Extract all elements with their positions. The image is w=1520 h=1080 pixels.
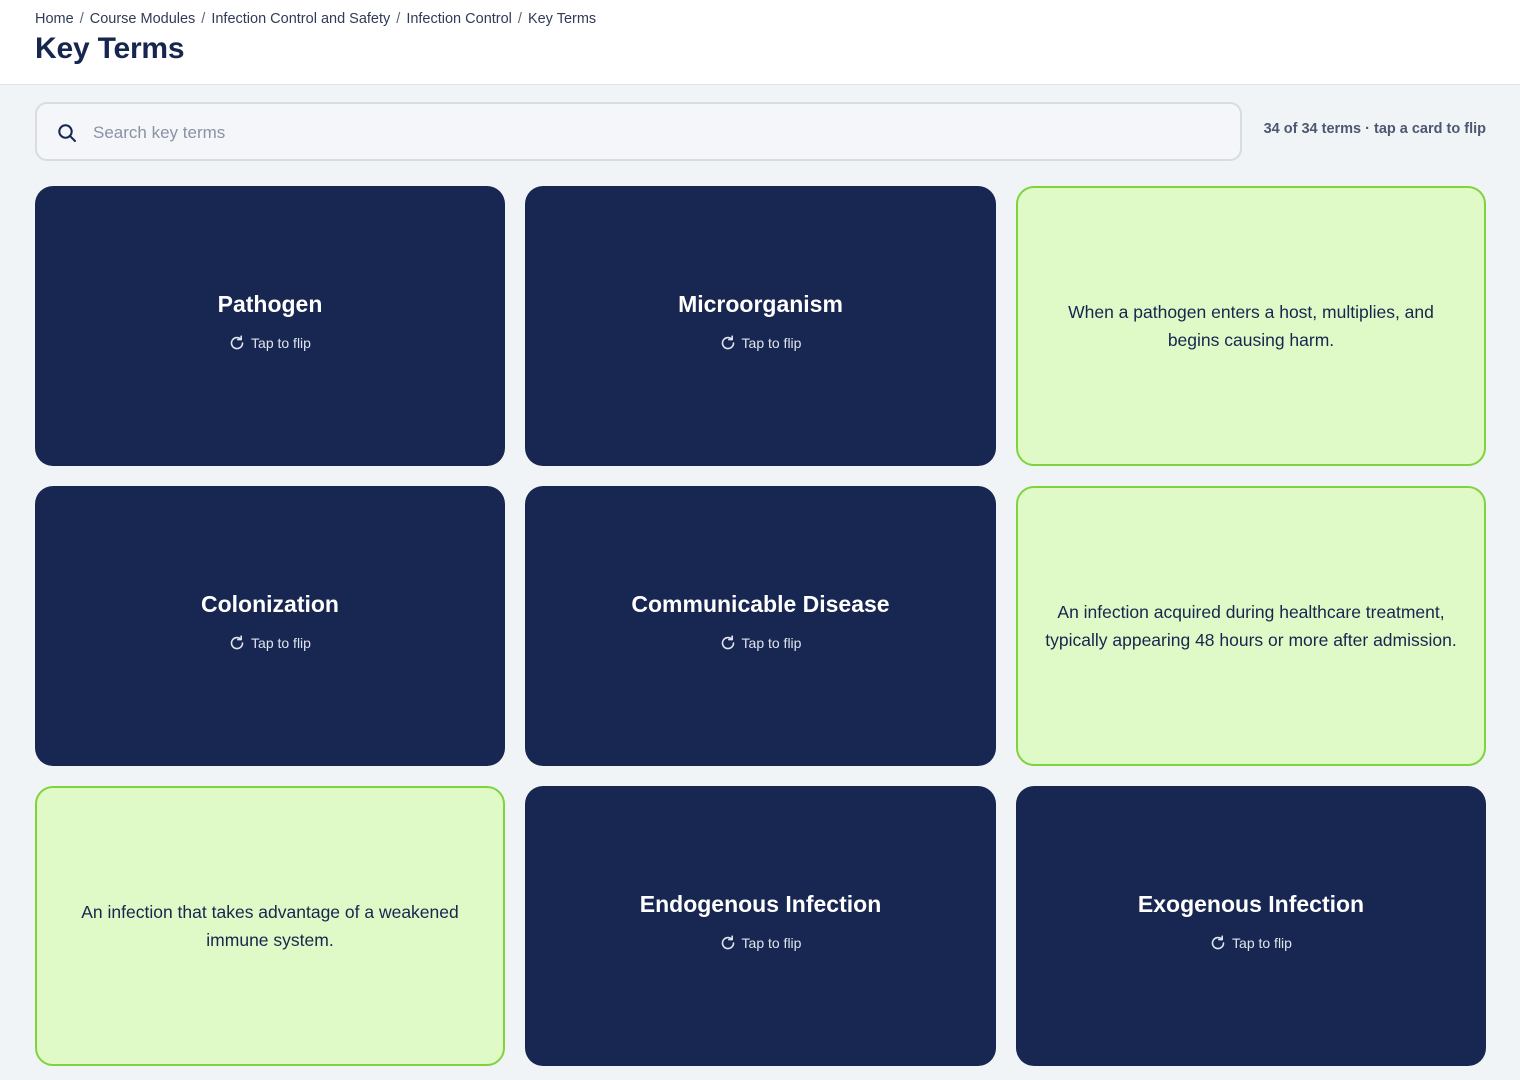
breadcrumb-course-modules[interactable]: Course Modules — [90, 11, 196, 27]
flashcard-colonization[interactable]: Colonization Tap to flip — [35, 486, 505, 766]
flashcard-endogenous-infection[interactable]: Endogenous Infection Tap to flip — [525, 786, 996, 1066]
flashcard-definition[interactable]: When a pathogen enters a host, multiplie… — [1016, 186, 1486, 466]
breadcrumb-infection-control-and-safety[interactable]: Infection Control and Safety — [211, 11, 390, 27]
flashcard-communicable-disease[interactable]: Communicable Disease Tap to flip — [525, 486, 996, 766]
breadcrumb-separator: / — [79, 11, 84, 27]
page-title: Key Terms — [35, 32, 185, 65]
flashcard-definition[interactable]: An infection acquired during healthcare … — [1016, 486, 1486, 766]
card-term: Pathogen — [217, 291, 323, 317]
card-definition: An infection acquired during healthcare … — [1045, 601, 1457, 651]
flip-hint-label: Tap to flip — [251, 635, 311, 651]
search-input[interactable] — [91, 114, 1215, 152]
flashcard-microorganism[interactable]: Microorganism Tap to flip — [525, 186, 996, 466]
flashcard-exogenous-infection[interactable]: Exogenous Infection Tap to flip — [1016, 786, 1486, 1066]
flip-hint-label: Tap to flip — [741, 935, 802, 951]
card-definition: When a pathogen enters a host, multiplie… — [1068, 301, 1434, 351]
search-box[interactable] — [35, 102, 1242, 161]
flashcard-definition[interactable]: An infection that takes advantage of a w… — [35, 786, 505, 1066]
flip-hint-label: Tap to flip — [1232, 935, 1292, 951]
page-header: Home / Course Modules / Infection Control an… — [0, 0, 1520, 85]
breadcrumb-separator: / — [396, 11, 401, 27]
flashcard-pathogen[interactable]: Pathogen Tap to flip — [35, 186, 505, 466]
breadcrumb-current: Key Terms — [527, 11, 597, 27]
breadcrumb-separator: / — [517, 11, 522, 27]
breadcrumb-home[interactable]: Home — [35, 11, 74, 27]
flip-icon — [230, 335, 244, 350]
flip-hint: Tap to flip — [720, 935, 802, 951]
flip-hint: Tap to flip — [1210, 935, 1292, 951]
breadcrumb: Home / Course Modules / Infection Control an… — [35, 11, 596, 27]
flip-hint: Tap to flip — [229, 635, 311, 651]
flip-hint-label: Tap to flip — [251, 335, 311, 351]
flip-hint: Tap to flip — [720, 635, 802, 651]
search-icon — [58, 124, 76, 142]
card-term: Exogenous Infection — [1137, 891, 1365, 917]
flip-icon — [721, 635, 734, 650]
breadcrumb-separator: / — [201, 11, 206, 27]
flip-icon — [230, 635, 244, 650]
flashcard-grid: Pathogen Tap to flip Microorganism Tap t… — [35, 186, 1486, 1066]
flip-icon — [721, 935, 734, 950]
flip-icon — [721, 335, 734, 350]
card-term: Communicable Disease — [631, 591, 890, 617]
flip-hint: Tap to flip — [229, 335, 311, 351]
card-term: Colonization — [201, 591, 339, 617]
breadcrumb-infection-control[interactable]: Infection Control — [406, 11, 512, 27]
card-term: Endogenous Infection — [639, 891, 882, 917]
term-count-status: 34 of 34 terms · tap a card to flip — [1263, 121, 1486, 137]
flip-hint-label: Tap to flip — [741, 635, 802, 651]
flip-hint-label: Tap to flip — [741, 335, 802, 351]
card-definition: An infection that takes advantage of a w… — [81, 901, 459, 951]
flip-icon — [1211, 935, 1225, 950]
flip-hint: Tap to flip — [720, 335, 802, 351]
card-term: Microorganism — [678, 291, 843, 317]
